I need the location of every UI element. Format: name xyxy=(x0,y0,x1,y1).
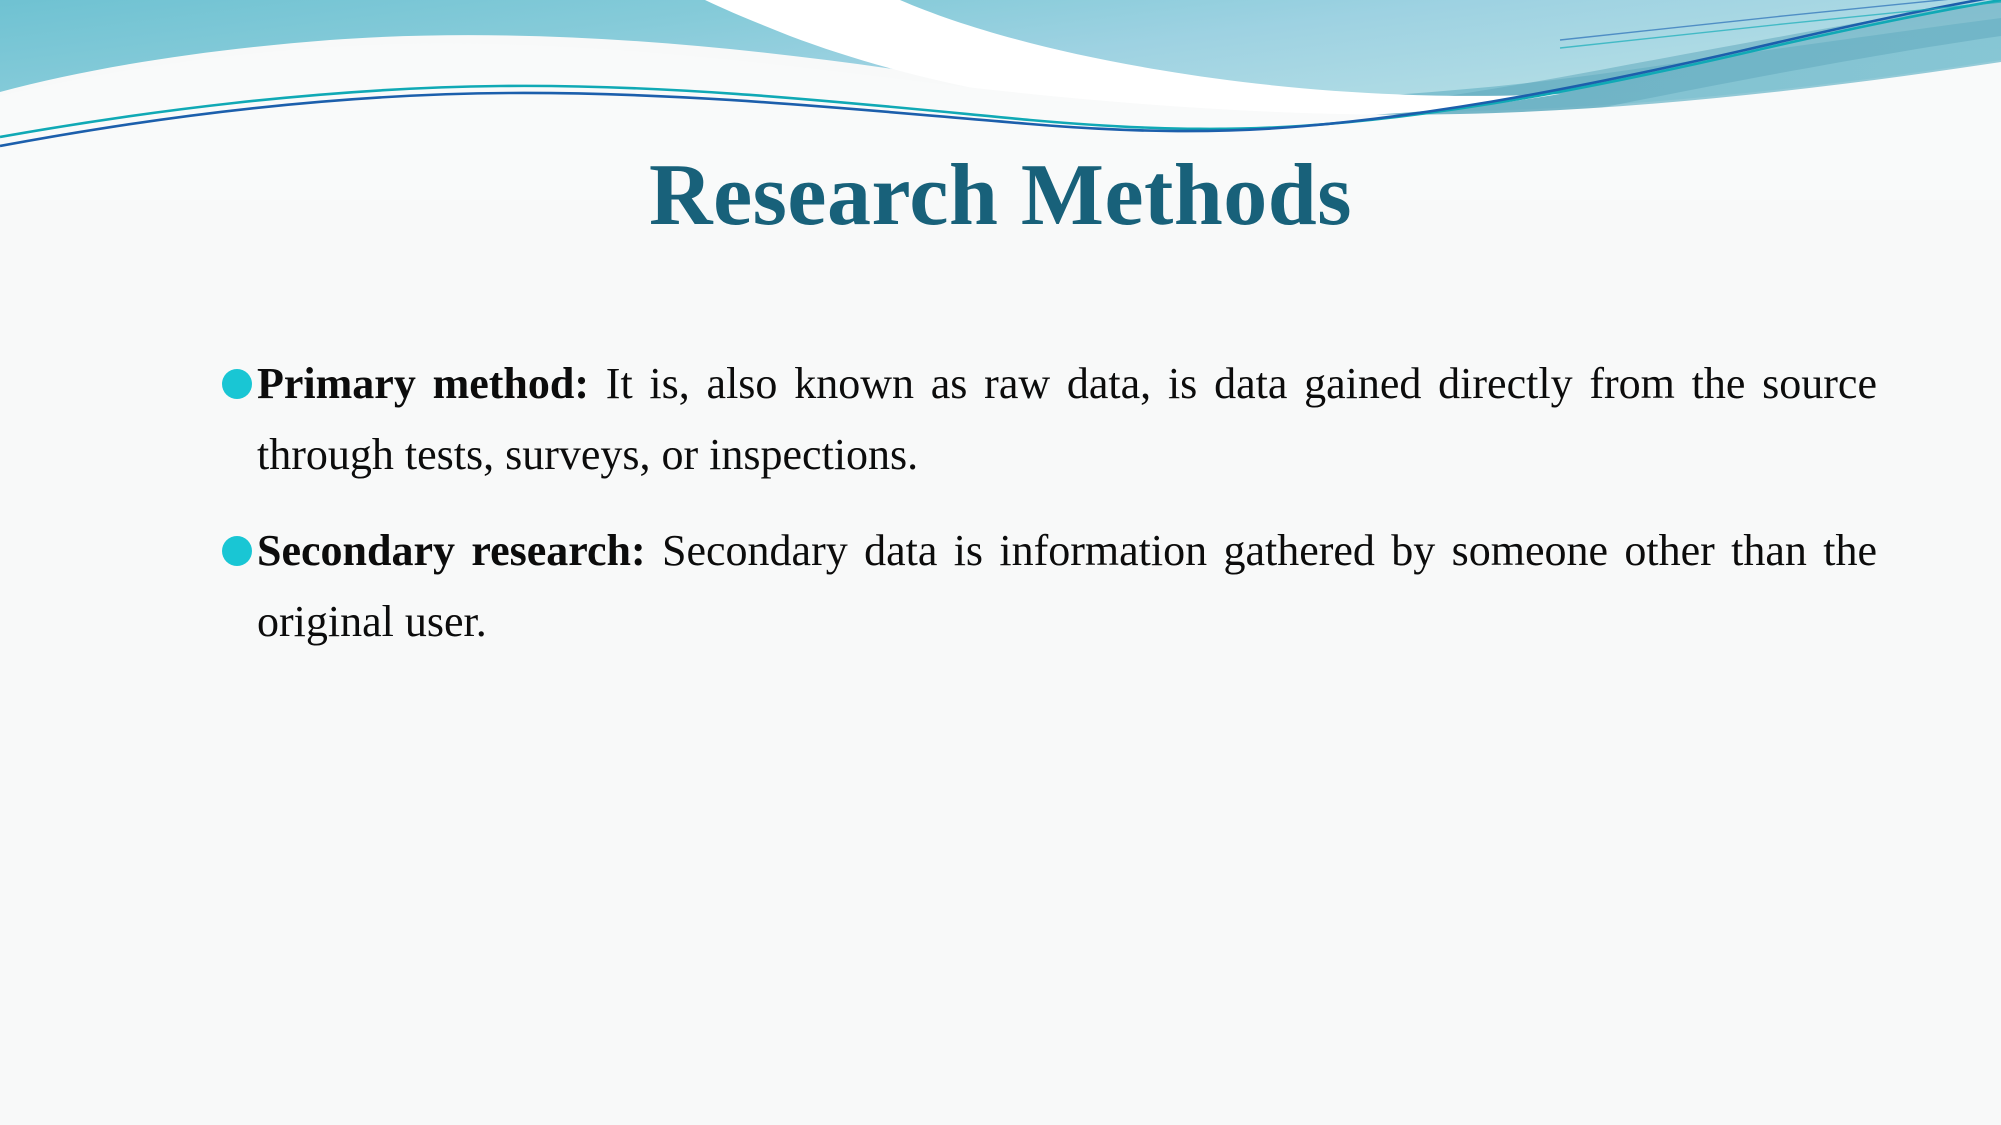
bullet-dot-icon xyxy=(222,369,252,399)
white-band-shape xyxy=(705,0,1560,118)
teal-right-wedge-shape xyxy=(1215,18,2001,157)
title-container: Research Methods xyxy=(0,148,2001,243)
bullet-dot-icon xyxy=(222,535,252,566)
teal-ribbon-shape xyxy=(1150,0,2001,151)
list-item-lead: Primary method: xyxy=(257,359,590,408)
slide-canvas: Research Methods Primary method: It is, … xyxy=(0,0,2001,1125)
list-item: Primary method: It is, also known as raw… xyxy=(205,348,1877,491)
page-title: Research Methods xyxy=(649,147,1352,244)
content-body: Primary method: It is, also known as raw… xyxy=(205,348,1877,681)
list-item-lead: Secondary research: xyxy=(257,525,646,575)
list-item-text: Primary method: It is, also known as raw… xyxy=(257,348,1877,491)
teal-hairline-secondary xyxy=(1559,1,2001,49)
navy-hairline-secondary xyxy=(1559,0,1948,41)
list-item: Secondary research: Secondary data is in… xyxy=(205,515,1877,658)
teal-accent-line xyxy=(0,0,2001,139)
navy-accent-line xyxy=(0,0,1986,148)
list-item-text: Secondary research: Secondary data is in… xyxy=(257,515,1877,658)
teal-mass-shape xyxy=(0,0,2001,113)
